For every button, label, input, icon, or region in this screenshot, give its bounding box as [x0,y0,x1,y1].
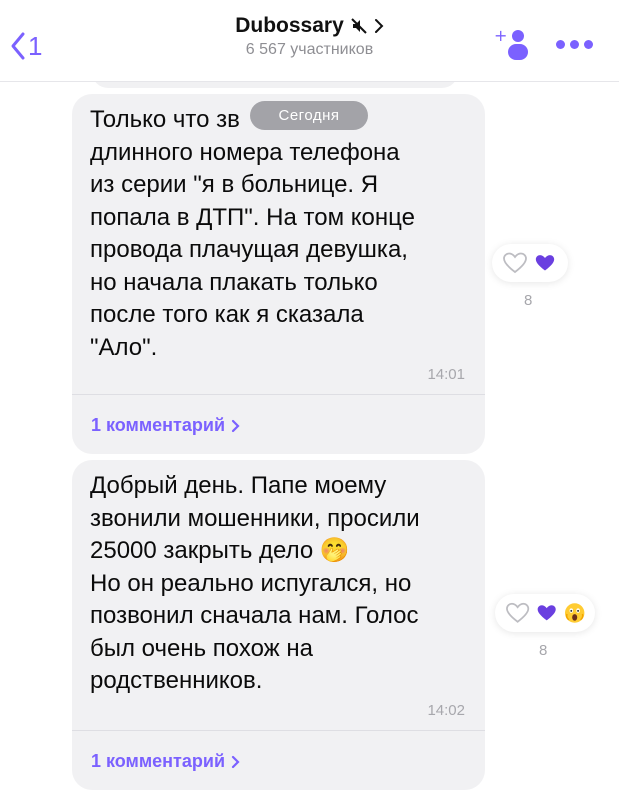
comments-link[interactable]: 1 комментарий [91,415,240,436]
dot-icon [584,39,593,49]
chat-title-button[interactable]: Dubossary [235,14,384,38]
reaction-count: 8 [524,292,533,309]
divider [72,730,485,731]
heart-outline-icon[interactable] [502,251,528,275]
dot-icon [556,39,565,49]
comments-label: 1 комментарий [91,415,226,435]
chevron-right-icon [231,419,240,432]
more-options-button[interactable] [556,34,596,54]
svg-text:+: + [494,26,507,45]
comments-link[interactable]: 1 комментарий [91,751,240,772]
chat-title: Dubossary [235,14,344,37]
message-time: 14:01 [427,366,465,383]
add-member-button[interactable]: + [494,24,534,64]
date-separator: Сегодня [250,101,368,130]
message-time: 14:02 [427,702,465,719]
dot-icon [570,39,579,49]
message-text: Только что зв длинного номера телефона и… [90,106,415,361]
heart-outline-icon[interactable] [505,601,530,625]
add-user-icon: + [494,26,528,60]
comments-label: 1 комментарий [91,751,226,771]
purple-heart-icon[interactable] [536,603,557,623]
chevron-right-icon [374,19,384,33]
message-bubble[interactable]: Добрый день. Папе моему звонили мошенник… [72,460,485,790]
scream-emoji-icon[interactable] [564,602,585,624]
reaction-count: 8 [539,642,548,659]
chat-header: 1 Dubossary 6 567 участников + [0,0,619,82]
purple-heart-icon[interactable] [534,253,556,273]
message-text: Добрый день. Папе моему звонили мошенник… [90,472,420,694]
divider [72,394,485,395]
reactions-bar[interactable] [492,244,568,282]
mute-icon [351,18,367,34]
message-bubble[interactable]: Только что зв длинного номера телефона и… [72,94,485,454]
reactions-bar[interactable] [495,594,595,632]
chevron-right-icon [231,755,240,768]
